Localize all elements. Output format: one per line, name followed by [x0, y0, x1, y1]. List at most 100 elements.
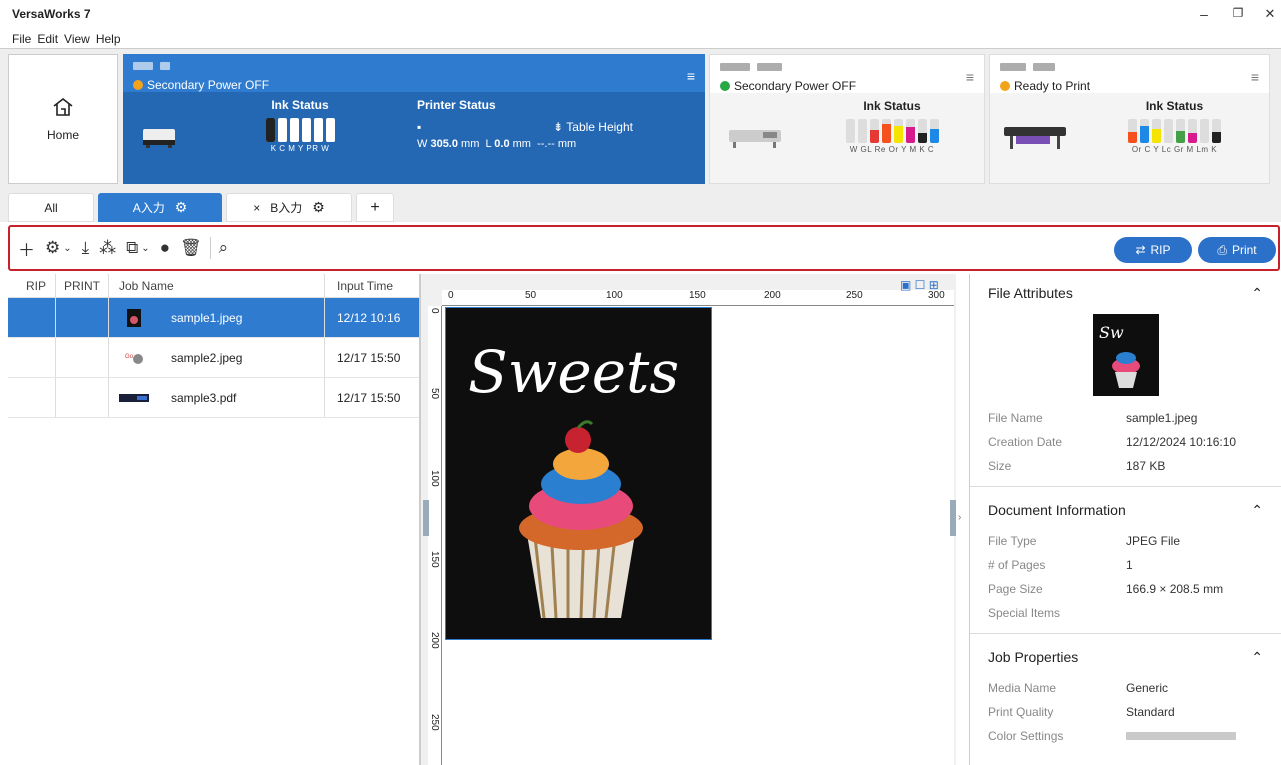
table-row[interactable]: sample3.pdf 12/17 15:50	[8, 378, 419, 418]
length-label: L	[485, 138, 492, 150]
file-type-value: JPEG File	[1126, 534, 1181, 548]
menu-view[interactable]: View	[64, 32, 90, 46]
download-icon[interactable]: ⤓	[82, 238, 90, 258]
panel-resize-handle[interactable]	[950, 500, 956, 536]
svg-text:Go: Go	[125, 354, 134, 360]
media-name-label: Media Name	[988, 681, 1057, 695]
length-value: 0.0	[494, 138, 510, 150]
app-title: VersaWorks 7	[12, 7, 91, 21]
chevron-down-icon: ⌄	[63, 242, 72, 254]
trash-icon[interactable]: 🗑	[180, 238, 202, 258]
printer-card-2[interactable]: Secondary Power OFF ≡ Ink Status W GL Re…	[709, 54, 985, 184]
table-row[interactable]: sample1.jpeg 12/12 10:16	[8, 298, 419, 338]
menu-file[interactable]: File	[12, 32, 31, 46]
restore-button[interactable]: ❐	[1228, 6, 1248, 20]
size-label: Size	[988, 459, 1012, 473]
menu-help[interactable]: Help	[96, 32, 121, 46]
printer-icon: ⎙	[1217, 242, 1227, 257]
tab-label: B入力	[270, 201, 303, 215]
media-name-value: Generic	[1126, 681, 1169, 695]
tab-a-input[interactable]: A入力 ⚙	[98, 193, 222, 222]
printer-name-redacted	[1000, 63, 1026, 71]
media-icon: ▪	[417, 120, 422, 134]
width-value: 305.0	[430, 138, 458, 150]
divider	[970, 486, 1281, 487]
job-time: 12/12 10:16	[337, 310, 401, 325]
chevron-up-icon[interactable]: ⌃	[1251, 649, 1263, 666]
ink-status-section: Ink Status K C M Y PR W	[195, 92, 405, 184]
printer-card-3[interactable]: Ready to Print ≡ Ink Status Or C Y Lc Gr…	[989, 54, 1270, 184]
home-icon	[52, 97, 74, 120]
printer-status-section: Printer Status ▪ ⇟ Table Height W 305.0 …	[405, 92, 705, 184]
chevron-right-icon[interactable]: ›	[958, 512, 961, 523]
extra-unit: mm	[557, 138, 577, 150]
toolbar-divider	[209, 237, 211, 259]
card-menu-icon[interactable]: ≡	[1251, 69, 1259, 85]
home-button[interactable]: Home	[8, 54, 118, 184]
page-size-value: 166.9 × 208.5 mm	[1126, 582, 1224, 596]
job-properties-header[interactable]: Job Properties ⌃	[970, 638, 1281, 676]
tab-b-input[interactable]: × B入力 ⚙	[226, 193, 352, 222]
tab-all[interactable]: All	[8, 193, 94, 222]
card-menu-icon[interactable]: ≡	[966, 69, 974, 85]
col-print[interactable]: PRINT	[56, 274, 109, 297]
chevron-up-icon[interactable]: ⌃	[1251, 285, 1263, 302]
document-info-header[interactable]: Document Information ⌃	[970, 491, 1281, 529]
printer-status-heading: Printer Status	[417, 98, 496, 112]
printer-name-redacted	[720, 63, 750, 71]
job-details-panel: File Attributes ⌃ Sw File Name sample1.jp…	[969, 274, 1281, 765]
job-thumbnail: Go	[119, 348, 149, 368]
print-button[interactable]: ⎙ Print	[1198, 237, 1276, 263]
file-attributes-header[interactable]: File Attributes ⌃	[970, 274, 1281, 312]
col-input-time[interactable]: Input Time	[325, 279, 393, 293]
close-button[interactable]: ✕	[1260, 6, 1280, 22]
job-preview-image[interactable]: Sweets	[445, 307, 712, 640]
ink-status-section: Ink Status W GL Re Or Y M K C	[800, 93, 984, 183]
col-job-name[interactable]: Job Name	[109, 274, 325, 297]
size-value: 187 KB	[1126, 459, 1166, 473]
file-name-value: sample1.jpeg	[1126, 411, 1198, 425]
printer-status-text: Secondary Power OFF	[147, 78, 270, 92]
gear-icon[interactable]: ⚙	[175, 199, 188, 216]
tab-close-icon[interactable]: ×	[253, 201, 260, 215]
ink-status-heading: Ink Status	[1145, 99, 1204, 113]
table-row[interactable]: Go sample2.jpeg 12/17 15:50	[8, 338, 419, 378]
panel-resize-handle[interactable]	[423, 500, 429, 536]
printer-image	[710, 93, 800, 183]
svg-text:Sw: Sw	[1099, 323, 1124, 342]
gear-icon[interactable]: ⚙	[312, 199, 325, 216]
divider	[970, 633, 1281, 634]
rip-label: RIP	[1150, 243, 1171, 257]
ink-labels: W GL Re Or Y M K C	[849, 145, 935, 154]
chevron-up-icon[interactable]: ⌃	[1251, 502, 1263, 519]
width-label: W	[417, 138, 428, 150]
job-name: sample1.jpeg	[171, 310, 243, 325]
print-label: Print	[1231, 243, 1257, 257]
processing-icon[interactable]: ⁂	[99, 238, 116, 258]
job-name: sample2.jpeg	[171, 350, 243, 365]
page-size-label: Page Size	[988, 582, 1043, 596]
search-icon[interactable]: ⌕	[219, 238, 229, 258]
card-menu-icon[interactable]: ≡	[687, 68, 695, 84]
print-quality-label: Print Quality	[988, 705, 1054, 719]
job-list-header: RIP PRINT Job Name Input Time	[8, 274, 419, 298]
queue-settings-icon[interactable]: ⚙ ⌄	[45, 238, 72, 258]
view-mode-icons[interactable]: ▣ ☐ ⊞	[900, 278, 939, 292]
check-icon	[720, 81, 730, 91]
job-properties-title: Job Properties	[988, 649, 1079, 665]
add-job-icon[interactable]: ＋	[18, 236, 35, 261]
printer-strip: Home Secondary Power OFF ≡ Ink Status K …	[0, 48, 1281, 188]
rip-button[interactable]: ⇄ RIP	[1114, 237, 1192, 263]
job-time: 12/17 15:50	[337, 350, 401, 365]
cancel-icon[interactable]: ●	[160, 238, 170, 258]
job-thumbnail	[119, 388, 149, 408]
ink-levels	[1080, 119, 1269, 143]
printer-card-1[interactable]: Secondary Power OFF ≡ Ink Status K C M Y…	[123, 54, 705, 184]
add-tab-button[interactable]: +	[356, 193, 394, 222]
ink-levels	[195, 118, 405, 142]
file-type-label: File Type	[988, 534, 1037, 548]
col-rip[interactable]: RIP	[8, 274, 56, 297]
menu-edit[interactable]: Edit	[37, 32, 58, 46]
minimize-button[interactable]: –	[1194, 6, 1214, 22]
layout-icon[interactable]: ⧉ ⌄	[126, 238, 150, 258]
